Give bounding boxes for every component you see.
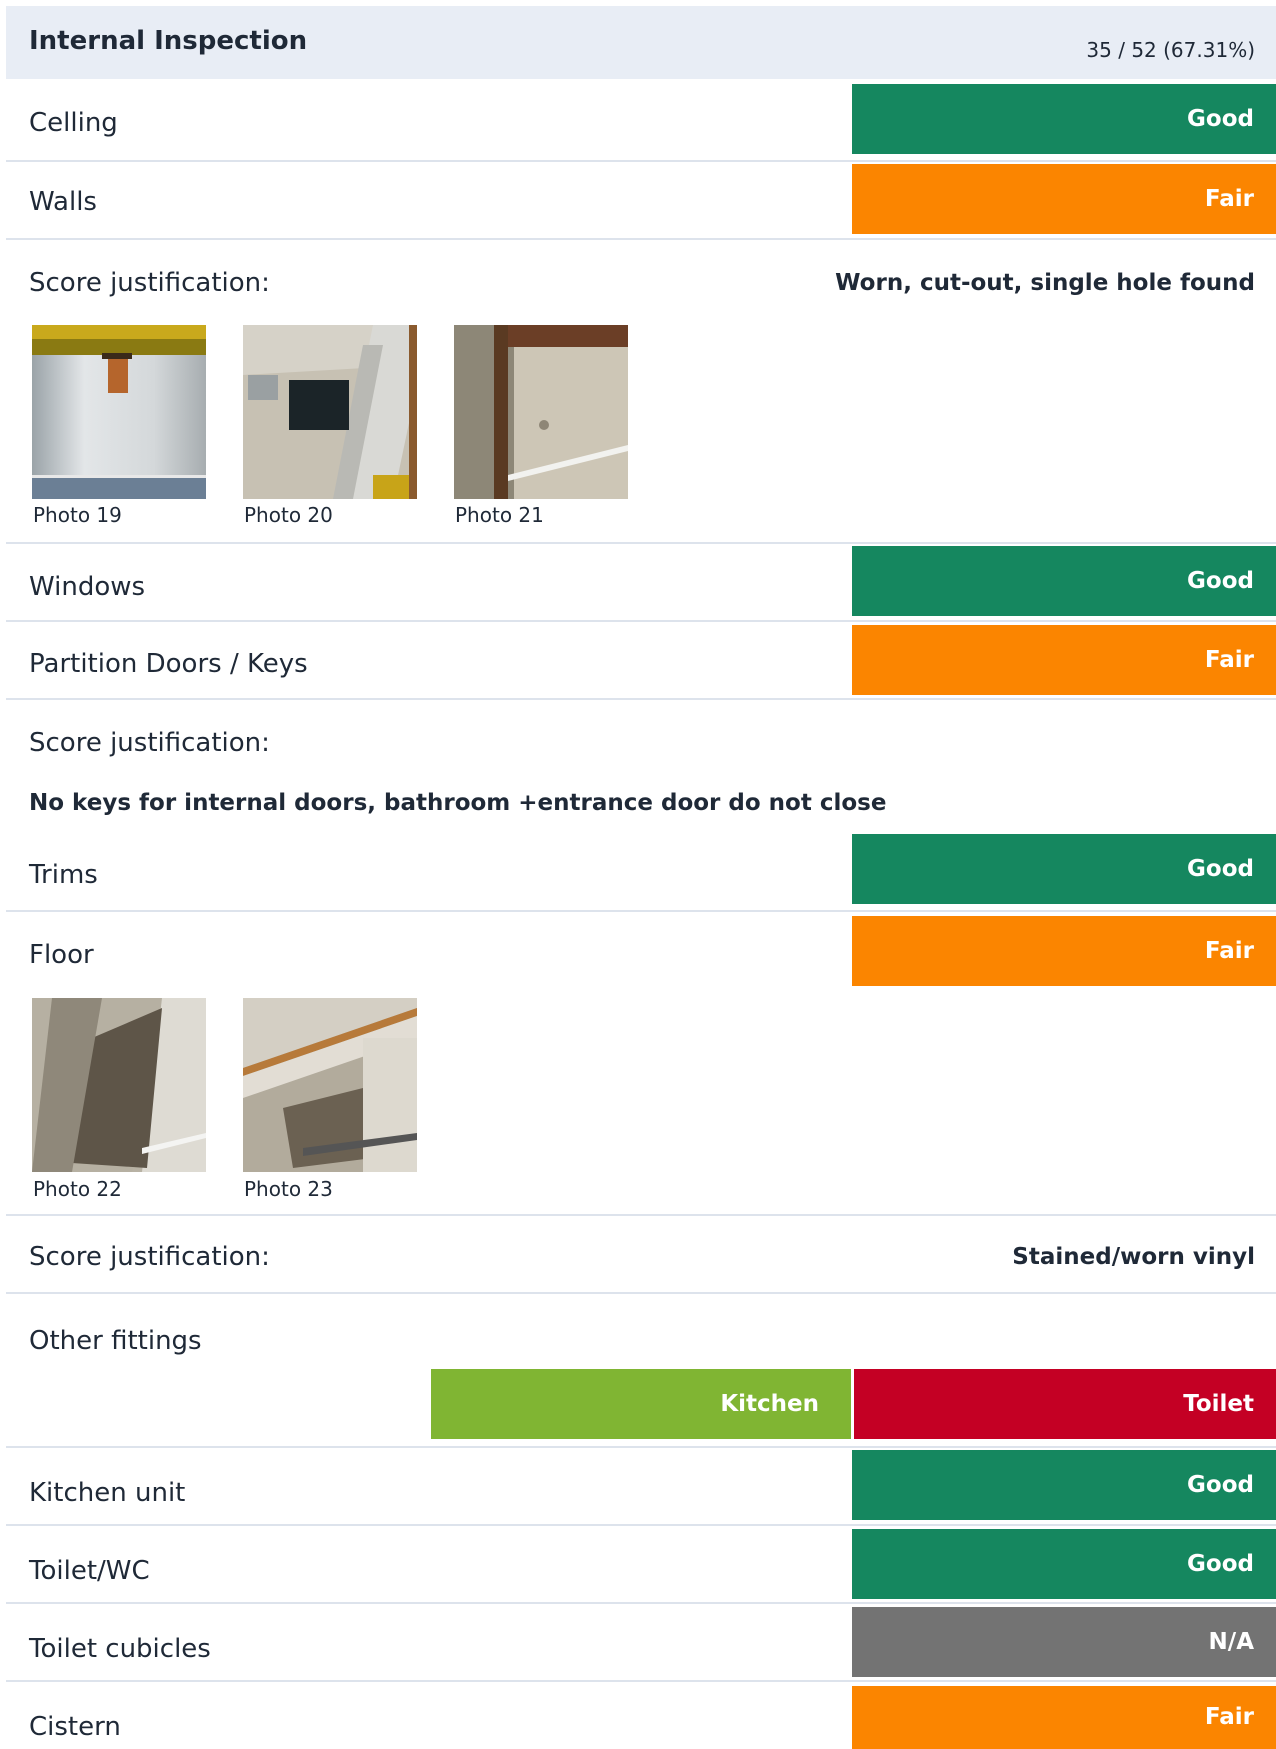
photo-21-image [454,325,628,499]
floor-justification: Score justification: Stained/worn vinyl [6,1216,1276,1294]
photo-caption: Photo 21 [455,503,544,527]
justification-value: Stained/worn vinyl [1012,1244,1255,1270]
photo-caption: Photo 22 [33,1177,122,1201]
row-partition-doors: Partition Doors / Keys Fair [6,622,1276,700]
justification-value: Worn, cut-out, single hole found [835,270,1255,296]
photo-19-image [32,325,206,499]
rating-badge-na: N/A [852,1607,1276,1677]
justification-label: Score justification: [29,268,270,298]
photo-20-image [243,325,417,499]
photo-caption: Photo 19 [33,503,122,527]
justification-label: Score justification: [29,1242,270,1272]
photo-23-image [243,998,417,1172]
photo-thumbnail[interactable] [243,998,417,1172]
row-label: Trims [29,860,98,890]
photo-caption: Photo 20 [244,503,333,527]
rating-badge-good: Good [852,1529,1276,1599]
row-walls: Walls Fair [6,162,1276,240]
rating-badge-fair: Fair [852,1686,1276,1749]
rating-badge-good: Good [852,546,1276,616]
row-label: Celling [29,108,118,138]
rating-badge-fair: Fair [852,164,1276,234]
row-windows: Windows Good [6,544,1276,622]
row-label: Floor [29,940,94,970]
row-label: Toilet/WC [29,1556,150,1586]
row-toilet-wc: Toilet/WC Good [6,1526,1276,1604]
rating-badge-fair: Fair [852,916,1276,986]
justification-label: Score justification: [29,728,270,758]
row-celling: Celling Good [6,84,1276,162]
section-header: Internal Inspection 35 / 52 (67.31%) [6,6,1276,79]
row-label: Walls [29,187,97,217]
photo-thumbnail[interactable] [32,325,206,499]
row-label: Other fittings [29,1326,202,1356]
category-kitchen: Kitchen [431,1369,851,1439]
row-label: Kitchen unit [29,1478,186,1508]
justification-value: No keys for internal doors, bathroom +en… [29,790,887,816]
row-label: Windows [29,572,146,602]
rating-badge-good: Good [852,84,1276,154]
row-toilet-cubicles: Toilet cubicles N/A [6,1604,1276,1682]
section-score: 35 / 52 (67.31%) [1086,38,1255,62]
photo-caption: Photo 23 [244,1177,333,1201]
photo-thumbnail[interactable] [454,325,628,499]
row-cistern: Cistern Fair [6,1682,1276,1749]
rating-badge-fair: Fair [852,625,1276,695]
photo-thumbnail[interactable] [243,325,417,499]
row-label: Partition Doors / Keys [29,649,308,679]
partition-justification: Score justification: No keys for interna… [6,700,1276,832]
rating-badge-good: Good [852,834,1276,904]
row-trims: Trims Good [6,834,1276,912]
row-label: Cistern [29,1712,121,1742]
row-floor: Floor Fair Photo 22 Photo 23 [6,912,1276,1216]
row-kitchen-unit: Kitchen unit Good [6,1448,1276,1526]
section-title: Internal Inspection [29,26,308,56]
photo-thumbnail[interactable] [32,998,206,1172]
category-toilet: Toilet [854,1369,1276,1439]
row-label: Toilet cubicles [29,1634,211,1664]
rating-badge-good: Good [852,1450,1276,1520]
walls-justification: Score justification: Worn, cut-out, sing… [6,240,1276,544]
photo-22-image [32,998,206,1172]
